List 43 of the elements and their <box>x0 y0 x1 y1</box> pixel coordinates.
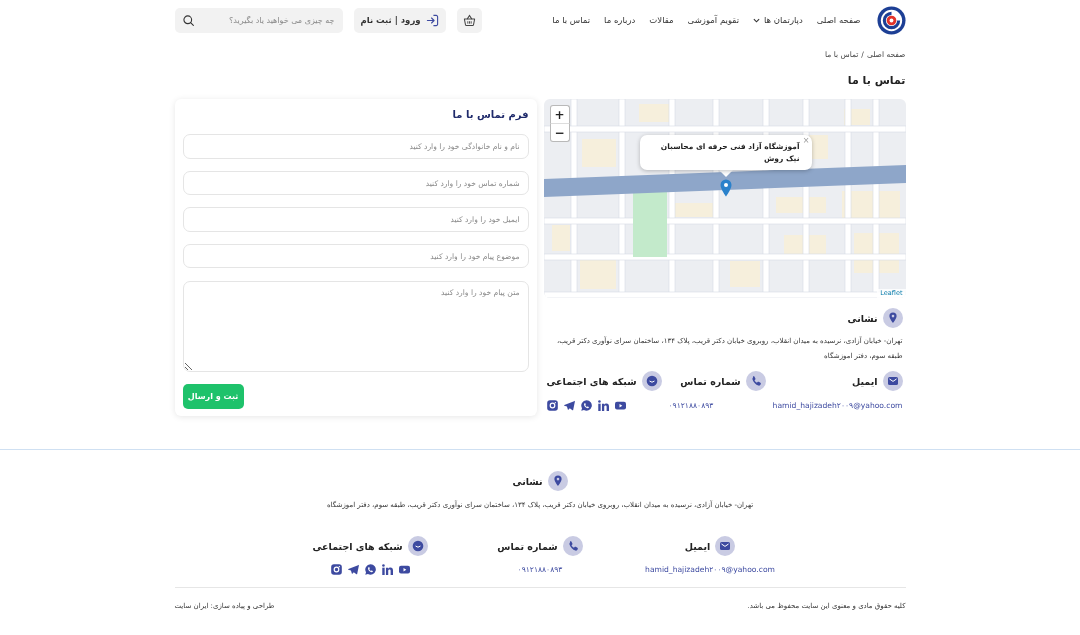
search-field[interactable]: چه چیزی می خواهید یاد بگیرید؟ <box>174 7 343 33</box>
login-button[interactable]: ورود | ثبت نام <box>353 7 446 33</box>
envelope-icon <box>715 536 736 556</box>
form-title: فرم تماس با ما <box>451 108 529 122</box>
smiley-icon <box>407 536 428 556</box>
basket-icon <box>462 13 476 27</box>
instagram-icon[interactable] <box>546 400 558 411</box>
phone-icon <box>562 536 583 556</box>
map-marker-icon[interactable] <box>719 179 732 197</box>
nav-link[interactable]: تقویم آموزشی <box>687 15 739 25</box>
nav-link[interactable]: دپارتمان ها <box>753 15 803 25</box>
whatsapp-icon[interactable] <box>580 400 592 411</box>
contact-heading: شبکه های اجتماعی <box>312 540 403 552</box>
telegram-icon[interactable] <box>347 564 359 575</box>
login-icon <box>425 13 439 27</box>
nav-link[interactable]: صفحه اصلی <box>816 15 861 25</box>
location-pin-icon <box>547 471 568 491</box>
address-heading: نشانی <box>512 475 543 487</box>
contact-heading: ایمیل <box>851 375 878 387</box>
contact-heading: شماره تماس <box>680 375 741 387</box>
location-pin-icon <box>882 308 903 328</box>
nav-link[interactable]: مقالات <box>649 15 674 25</box>
telegram-icon[interactable] <box>563 400 575 411</box>
logo-icon[interactable] <box>876 5 906 35</box>
page-title: تماس با ما <box>846 73 906 88</box>
search-icon[interactable] <box>182 14 194 26</box>
nav-link[interactable]: درباره ما <box>604 15 636 25</box>
linkedin-icon[interactable] <box>381 564 393 575</box>
phone-icon <box>745 371 766 391</box>
contact-heading: شبکه های اجتماعی <box>546 375 637 387</box>
contact-heading: شماره تماس <box>497 540 558 552</box>
whatsapp-icon[interactable] <box>364 564 376 575</box>
cart-button[interactable] <box>456 7 482 33</box>
youtube-icon[interactable] <box>398 564 410 575</box>
youtube-icon[interactable] <box>614 400 626 411</box>
instagram-icon[interactable] <box>330 564 342 575</box>
envelope-icon <box>882 371 903 391</box>
address-heading: نشانی <box>847 312 878 324</box>
zoom-out-button[interactable]: − <box>549 124 570 142</box>
smiley-icon <box>641 371 662 391</box>
linkedin-icon[interactable] <box>597 400 609 411</box>
nav-link[interactable]: تماس با ما <box>552 15 591 25</box>
contact-heading: ایمیل <box>684 540 711 552</box>
